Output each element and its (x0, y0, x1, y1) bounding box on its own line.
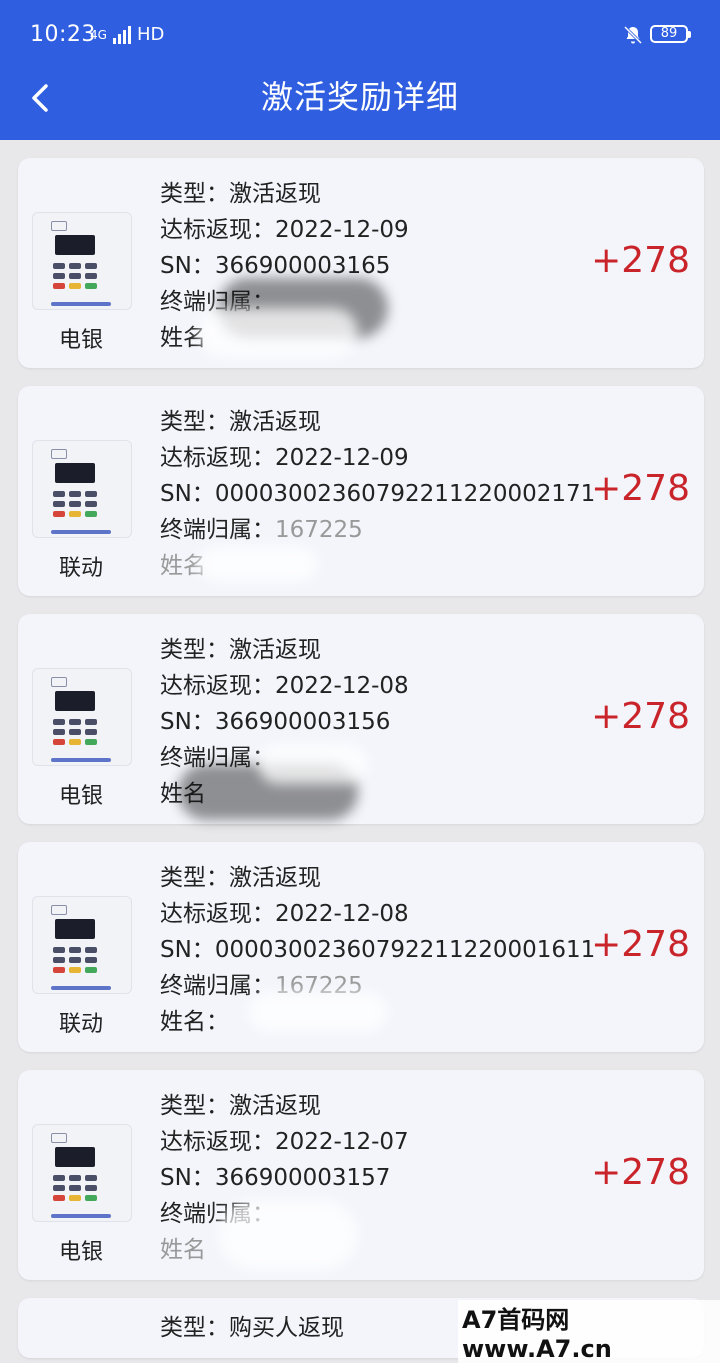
reward-amount: +278 (591, 1152, 690, 1193)
device-brand: 电银 (58, 328, 103, 353)
name-label: 姓名 (160, 1237, 206, 1263)
date-label: 达标返现： (160, 901, 275, 927)
type-label: 类型： (160, 181, 229, 207)
date-value: 2022-12-09 (275, 217, 409, 243)
hd-label: HD (136, 24, 165, 45)
sn-label: SN： (160, 709, 215, 735)
reward-amount: +278 (591, 468, 690, 509)
pos-terminal-icon (32, 440, 132, 538)
pos-terminal-icon (32, 212, 132, 310)
redaction-blur (258, 744, 368, 784)
mute-bell-icon (623, 25, 643, 45)
pos-terminal-icon (32, 668, 132, 766)
type-label: 类型： (160, 637, 229, 663)
date-label: 达标返现： (160, 673, 275, 699)
sn-label: SN： (160, 481, 215, 507)
type-value: 激活返现 (229, 181, 321, 207)
sn-label: SN： (160, 253, 215, 279)
sn-value: 00003002360792211220001611 (214, 937, 596, 963)
redaction-blur (218, 1200, 358, 1270)
redaction-blur (248, 992, 388, 1032)
date-value: 2022-12-09 (275, 445, 409, 471)
type-label: 类型： (160, 865, 229, 891)
date-label: 达标返现： (160, 445, 275, 471)
reward-card[interactable]: 电银 类型：激活返现 达标返现：2022-12-08 SN：3669000031… (18, 614, 704, 824)
sn-value: 366900003157 (214, 1165, 391, 1191)
type-value: 激活返现 (229, 1093, 321, 1119)
sn-value: 00003002360792211220002171 (214, 481, 596, 507)
sn-label: SN： (160, 1165, 215, 1191)
battery-icon: 89 (650, 25, 691, 43)
type-value: 激活返现 (229, 637, 321, 663)
page-title: 激活奖励详细 (260, 78, 459, 116)
device-brand: 联动 (58, 1012, 103, 1037)
type-value: 购买人返现 (229, 1315, 344, 1341)
sn-value: 366900003156 (214, 709, 391, 735)
status-bar: 10:23 4G HD 89 (0, 0, 720, 70)
status-time: 10:23 (30, 22, 96, 47)
type-label: 类型： (160, 1315, 229, 1341)
network-type: 4G (90, 27, 107, 42)
device-brand: 联动 (58, 556, 103, 581)
type-value: 激活返现 (229, 409, 321, 435)
reward-amount: +278 (591, 240, 690, 281)
date-label: 达标返现： (160, 1129, 275, 1155)
redaction-blur (198, 308, 358, 358)
type-label: 类型： (160, 1093, 229, 1119)
pos-terminal-icon (32, 1124, 132, 1222)
pos-terminal-icon (32, 896, 132, 994)
owner-value: 167225 (275, 517, 363, 543)
name-label: 姓名： (160, 1009, 229, 1035)
sn-label: SN： (160, 937, 215, 963)
sn-value: 366900003165 (214, 253, 391, 279)
reward-card[interactable]: 联动 类型：激活返现 达标返现：2022-12-08 SN：0000300236… (18, 842, 704, 1052)
date-label: 达标返现： (160, 217, 275, 243)
network-indicator: 4G HD (90, 24, 164, 45)
type-value: 激活返现 (229, 865, 321, 891)
watermark: A7首码网www.A7.cn (458, 1300, 720, 1363)
reward-info: 类型：购买人返现 (160, 1310, 344, 1346)
reward-amount: +278 (591, 924, 690, 965)
app-header: 10:23 4G HD 89 激活奖励详细 (0, 0, 720, 140)
reward-card[interactable]: 联动 类型：激活返现 达标返现：2022-12-09 SN：0000300236… (18, 386, 704, 596)
signal-icon (112, 25, 131, 44)
device-brand: 电银 (58, 784, 103, 809)
redaction-blur (198, 546, 318, 582)
reward-amount: +278 (591, 696, 690, 737)
date-value: 2022-12-07 (275, 1129, 409, 1155)
type-label: 类型： (160, 409, 229, 435)
owner-label: 终端归属： (160, 517, 275, 543)
reward-card[interactable]: 电银 类型：激活返现 达标返现：2022-12-09 SN：3669000031… (18, 158, 704, 368)
device-brand: 电银 (58, 1240, 103, 1265)
date-value: 2022-12-08 (275, 673, 409, 699)
date-value: 2022-12-08 (275, 901, 409, 927)
reward-card[interactable]: 电银 类型：激活返现 达标返现：2022-12-07 SN：3669000031… (18, 1070, 704, 1280)
